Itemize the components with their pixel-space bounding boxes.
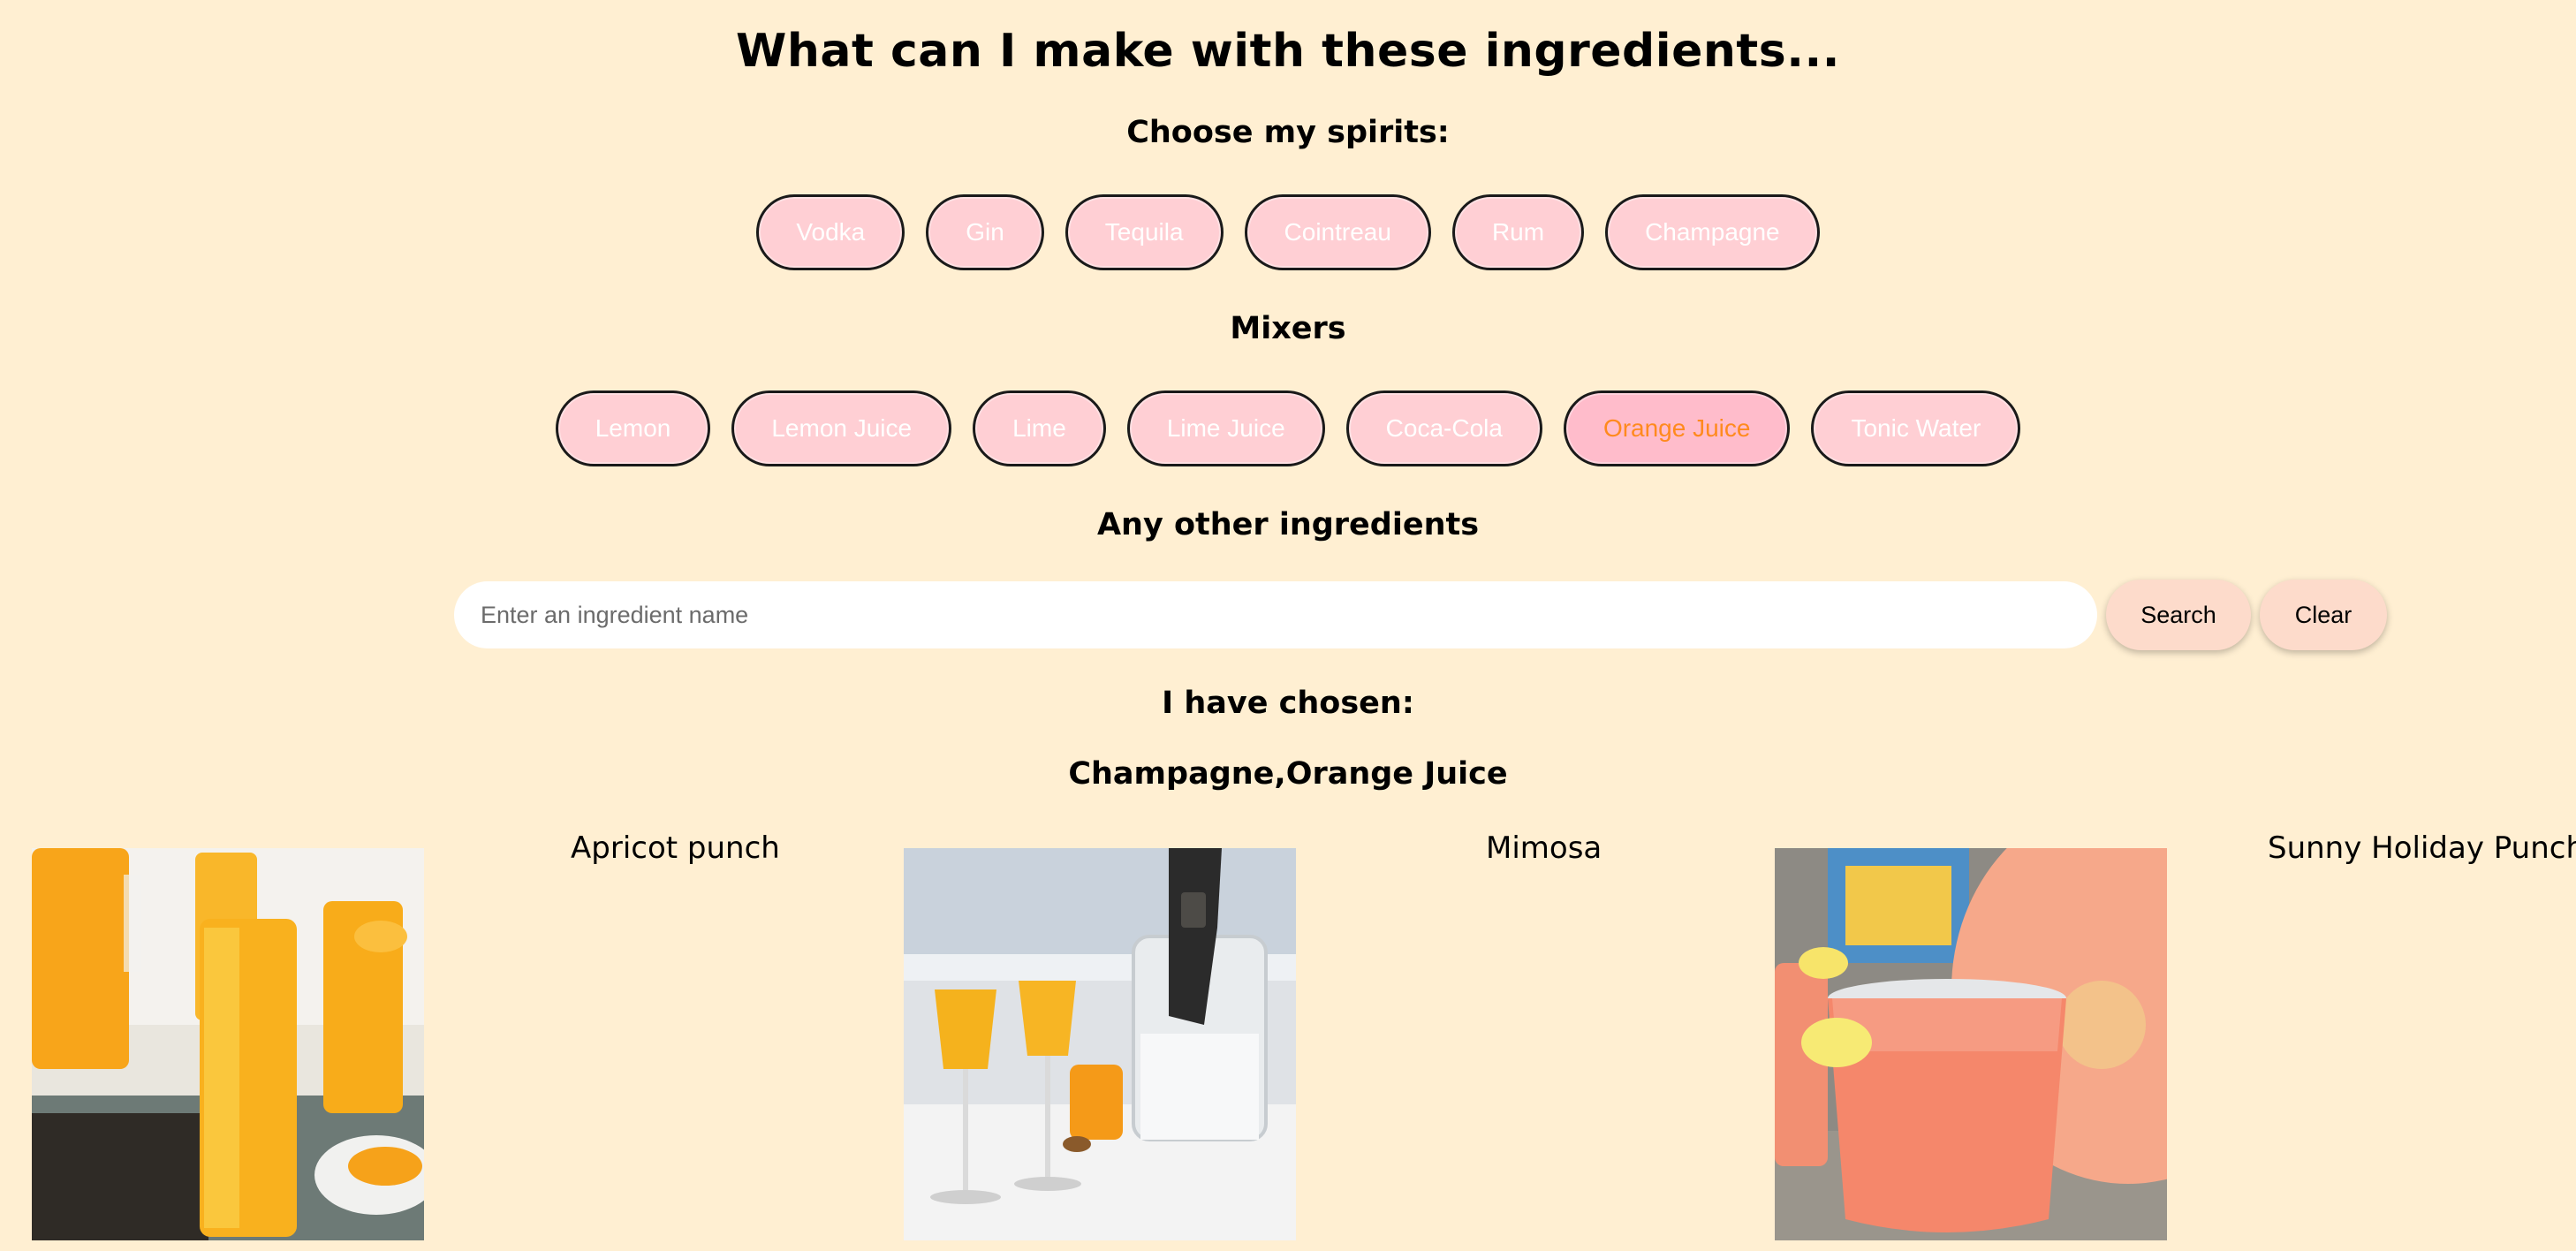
apricot-punch-photo: [32, 848, 424, 1240]
mimosa-image[interactable]: [904, 848, 1296, 1240]
spirit-button-champagne[interactable]: Champagne: [1605, 194, 1820, 270]
spirit-button-tequila[interactable]: Tequila: [1064, 194, 1224, 270]
mixer-button-coca-cola[interactable]: Coca-Cola: [1345, 390, 1542, 466]
mixer-button-tonic-water[interactable]: Tonic Water: [1811, 390, 2021, 466]
ingredient-search-input[interactable]: [454, 581, 2097, 648]
result-name-sunny-holiday-punch[interactable]: Sunny Holiday Punch: [2268, 830, 2576, 866]
result-name-mimosa[interactable]: Mimosa: [1486, 830, 1602, 866]
chosen-heading: I have chosen:: [1162, 686, 1414, 721]
spirit-button-cointreau[interactable]: Cointreau: [1244, 194, 1431, 270]
spirits-button-row: Vodka Gin Tequila Cointreau Rum Champagn…: [0, 194, 2576, 270]
spirit-button-gin[interactable]: Gin: [926, 194, 1044, 270]
clear-button[interactable]: Clear: [2260, 580, 2387, 650]
mixers-heading: Mixers: [1230, 311, 1346, 346]
sunny-holiday-punch-image[interactable]: [1775, 848, 2167, 1240]
mimosa-photo: [904, 848, 1296, 1240]
result-name-apricot-punch[interactable]: Apricot punch: [571, 830, 780, 866]
mixer-button-lemon-juice[interactable]: Lemon Juice: [731, 390, 952, 466]
page-title: What can I make with these ingredients..…: [736, 25, 1840, 78]
sunny-holiday-punch-photo: [1775, 848, 2167, 1240]
other-ingredients-heading: Any other ingredients: [1096, 507, 1480, 542]
mixer-button-lemon[interactable]: Lemon: [555, 390, 711, 466]
mixer-button-orange-juice[interactable]: Orange Juice: [1563, 390, 1791, 466]
mixers-button-row: Lemon Lemon Juice Lime Lime Juice Coca-C…: [0, 390, 2576, 466]
mixer-button-lime-juice[interactable]: Lime Juice: [1126, 390, 1325, 466]
chosen-ingredients: Champagne,Orange Juice: [1068, 756, 1508, 792]
spirits-heading: Choose my spirits:: [1126, 115, 1450, 150]
apricot-punch-image[interactable]: [32, 848, 424, 1240]
spirit-button-vodka[interactable]: Vodka: [756, 194, 905, 270]
spirit-button-rum[interactable]: Rum: [1451, 194, 1585, 270]
search-button[interactable]: Search: [2106, 580, 2251, 650]
mixer-button-lime[interactable]: Lime: [973, 390, 1106, 466]
